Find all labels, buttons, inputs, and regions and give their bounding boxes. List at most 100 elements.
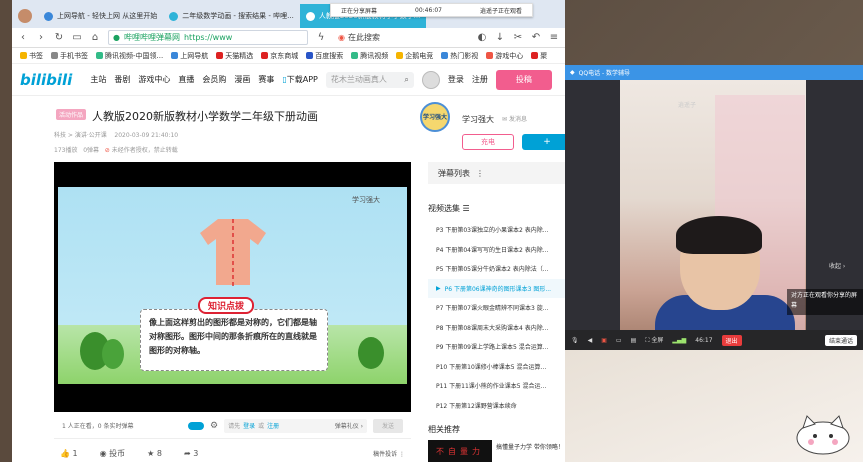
- menu-icon[interactable]: ≡: [549, 32, 559, 43]
- tree-illustration: [358, 337, 384, 369]
- list-icon[interactable]: ☰: [463, 204, 470, 213]
- video-player[interactable]: 学习强大 像上面这样剪出的图形都是对称的，它们都是轴对称图形。图形中间的那条折痕…: [54, 162, 411, 412]
- bookmark-item[interactable]: 上网导航: [171, 51, 208, 61]
- episode-item[interactable]: P7 下册第07课火眼金睛辨不同课本3 旋...: [428, 298, 565, 318]
- cut-icon[interactable]: ✂: [513, 32, 523, 43]
- register-link[interactable]: 注册: [472, 74, 488, 85]
- bookmark-item[interactable]: 书签: [20, 51, 43, 61]
- bookmark-item[interactable]: 天猫精选: [216, 51, 253, 61]
- danmaku-toggle[interactable]: [188, 421, 204, 430]
- fullscreen-button[interactable]: ⛶ 全屏: [645, 335, 663, 345]
- episode-item-active[interactable]: ▶ P6 下册第06课神奇的图形课本3 图形...: [428, 278, 565, 298]
- thumbs-up-icon: 👍: [60, 448, 70, 458]
- episode-item[interactable]: P5 下册第05课分牛奶课本2 表内除法（...: [428, 259, 565, 279]
- related-title[interactable]: 搞懂量子力学 带你领略！: [496, 443, 564, 452]
- collapse-button[interactable]: 收起 ›: [829, 261, 845, 270]
- bookmark-item[interactable]: 腾讯视频-中国领...: [96, 51, 163, 61]
- share-status: 正在分享屏幕: [341, 7, 378, 15]
- shirt-illustration: [200, 217, 266, 287]
- penguin-icon: [396, 52, 404, 59]
- bookmark-item[interactable]: 腾讯视频: [351, 51, 388, 61]
- home-icon[interactable]: ⌂: [90, 32, 100, 43]
- episode-item[interactable]: P12 下册第12课野营课本续命: [428, 396, 565, 416]
- like-button[interactable]: 👍 1: [60, 449, 78, 458]
- nav-download-app[interactable]: ▯下载APP: [282, 74, 318, 85]
- speaker-icon[interactable]: ◀: [588, 337, 593, 344]
- nav-game-center[interactable]: 游戏中心: [138, 74, 170, 85]
- activity-tag[interactable]: 活动作品: [56, 109, 87, 120]
- child-hair: [676, 216, 762, 254]
- bookmark-item[interactable]: 百度搜索: [306, 51, 343, 61]
- follow-button[interactable]: +: [522, 134, 565, 150]
- tab-search-results[interactable]: 二年级数学动画 - 搜索结果 - 哔哩...: [163, 4, 300, 28]
- related-thumbnail[interactable]: 不自量力: [428, 440, 492, 462]
- more-icon[interactable]: ⋮: [476, 169, 484, 178]
- danmaku-bar: 1 人正在看，0 条实时弹幕 ⚙ 请先 登录 或 注册 弹幕礼仪 › 发送: [54, 413, 411, 439]
- danmaku-send-button[interactable]: 发送: [373, 418, 403, 433]
- episode-item[interactable]: P10 下册第10课修小棒课本5 混合运算...: [428, 357, 565, 377]
- screen-share-icon[interactable]: ▭: [616, 337, 622, 344]
- nav-comics[interactable]: 漫画: [234, 74, 250, 85]
- nav-esports[interactable]: 赛事: [258, 74, 274, 85]
- upload-button[interactable]: 投稿: [495, 69, 552, 90]
- share-button[interactable]: ➦ 3: [184, 449, 198, 458]
- forward-icon[interactable]: ›: [36, 32, 46, 43]
- navigation-bar: ‹ › ↻ ▭ ⌂ ● 哔哩哔哩弹幕网 https://www ϟ ◉ 在此搜索…: [12, 28, 565, 48]
- charge-button[interactable]: 充电: [462, 134, 514, 150]
- report-link[interactable]: 稿件投诉 ⋮: [373, 449, 405, 458]
- mail-icon: ✉: [502, 116, 508, 123]
- episode-item[interactable]: P9 下册第09课上学路上课本5 混合运算...: [428, 337, 565, 357]
- undo-icon[interactable]: ↶: [531, 32, 541, 43]
- episode-item[interactable]: P3 下册第03课独立的小果课本2 表内除...: [428, 220, 565, 240]
- danmaku-register-link[interactable]: 注册: [267, 421, 279, 430]
- refresh-icon[interactable]: ↻: [54, 32, 64, 43]
- location-pin-icon: ◆: [570, 69, 575, 76]
- episode-item[interactable]: P4 下册第04课写写的生日课本2 表内除...: [428, 240, 565, 260]
- uploader-name[interactable]: 学习强大: [462, 114, 494, 125]
- danmaku-etiquette-link[interactable]: 弹幕礼仪 ›: [335, 421, 363, 430]
- download-icon[interactable]: ↓: [495, 32, 505, 43]
- coin-button[interactable]: ◉ 投币: [100, 448, 126, 459]
- episode-item[interactable]: P8 下册第08课周末大采购课本4 表内除...: [428, 318, 565, 338]
- back-icon[interactable]: ‹: [18, 32, 28, 43]
- nav-main[interactable]: 主站: [90, 74, 106, 85]
- login-link[interactable]: 登录: [448, 74, 464, 85]
- bookmark-item[interactable]: 企鹅电竞: [396, 51, 433, 61]
- search-bar[interactable]: ◉ 在此搜索: [334, 30, 434, 45]
- bookmark-item[interactable]: 游戏中心: [486, 51, 523, 61]
- profile-avatar[interactable]: [18, 9, 32, 23]
- address-bar[interactable]: ● 哔哩哔哩弹幕网 https://www: [108, 30, 308, 45]
- nav-mall[interactable]: 会员购: [202, 74, 226, 85]
- game-icon[interactable]: ◐: [477, 32, 487, 43]
- lightning-icon[interactable]: ϟ: [316, 32, 326, 43]
- bookmark-item[interactable]: 热门影视: [441, 51, 478, 61]
- category-link[interactable]: 科技 > 演讲·公开课: [54, 132, 107, 139]
- send-message-link[interactable]: ✉ 发消息: [502, 114, 527, 123]
- search-icon[interactable]: ⌕: [404, 75, 408, 85]
- camera-off-icon[interactable]: ▣: [601, 337, 607, 344]
- user-avatar[interactable]: [421, 70, 440, 89]
- nav-anime[interactable]: 番剧: [114, 74, 130, 85]
- reader-icon[interactable]: ▭: [72, 32, 82, 43]
- bookmark-item[interactable]: 聚: [531, 51, 547, 61]
- forbidden-icon: ⊘: [104, 147, 110, 154]
- danmaku-list-header[interactable]: 弹幕列表 ⋮: [428, 162, 565, 184]
- tab-navigation[interactable]: 上网导航 - 轻快上网 从这里开始: [38, 4, 163, 28]
- exit-button[interactable]: 退出: [721, 334, 742, 346]
- uploader-avatar[interactable]: 学习强大: [420, 102, 450, 132]
- danmaku-input[interactable]: 请先 登录 或 注册 弹幕礼仪 ›: [224, 418, 367, 433]
- bookmark-item[interactable]: 手机书签: [51, 51, 88, 61]
- microphone-icon[interactable]: 🎙: [571, 337, 579, 344]
- end-call-button[interactable]: 结束通话: [824, 334, 857, 346]
- search-engine-icon: ◉: [338, 33, 345, 42]
- whiteboard-icon[interactable]: ▤: [631, 337, 637, 344]
- bilibili-logo[interactable]: bilibili: [20, 71, 72, 89]
- bookmark-item[interactable]: 京东商城: [261, 51, 298, 61]
- nav-live[interactable]: 直播: [178, 74, 194, 85]
- bili-search-input[interactable]: 花木兰动画真人 ⌕: [325, 71, 414, 88]
- danmaku-login-link[interactable]: 登录: [243, 421, 255, 430]
- danmaku-settings-icon[interactable]: ⚙: [210, 421, 218, 431]
- url-text: https://www: [183, 33, 233, 42]
- favorite-button[interactable]: ★ 8: [147, 449, 162, 458]
- episode-item[interactable]: P11 下册11课小熊的作业课本5 混合运...: [428, 376, 565, 396]
